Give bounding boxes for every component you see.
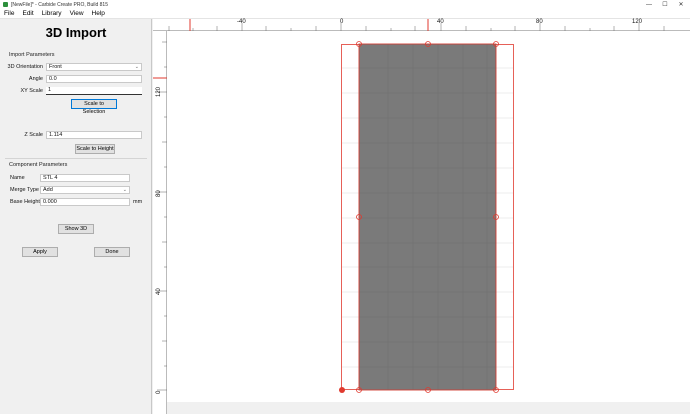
z-scale-input[interactable]: 1.114 [46,131,142,139]
z-scale-label: Z Scale [24,132,43,138]
apply-button[interactable]: Apply [22,247,58,257]
merge-type-label: Merge Type [10,187,39,193]
title-bar: [NewFile]* - Carbide Create PRO, Build 8… [0,0,690,9]
scale-to-height-button[interactable]: Scale to Height [75,144,115,154]
orientation-value: Front [49,64,62,70]
ruler-label-0-vertical: 0 [156,390,162,394]
horizontal-scrollbar[interactable] [167,402,690,414]
ruler-label-0: 0 [340,19,344,25]
done-button[interactable]: Done [94,247,130,257]
canvas-drawing [339,41,514,393]
minimize-button[interactable]: — [643,0,655,9]
window-title: [NewFile]* - Carbide Create PRO, Build 8… [11,1,108,8]
chevron-down-icon: ⌄ [122,187,127,193]
ruler-label-40: 40 [437,19,444,25]
merge-type-value: Add [43,187,53,193]
menu-library[interactable]: Library [38,10,66,17]
base-height-label: Base Height [10,199,40,205]
import-parameters-heading: Import Parameters [9,52,55,58]
panel-title: 3D Import [45,25,107,40]
ruler-label-40-vertical: 40 [156,288,162,295]
menu-view[interactable]: View [66,10,88,17]
merge-type-select[interactable]: Add ⌄ [40,186,130,194]
app-icon [3,2,8,7]
xy-scale-label: XY Scale [20,88,43,94]
ruler-label-120-vertical: 120 [156,86,162,97]
vertical-ruler: 120 80 40 0 [153,31,167,414]
scale-to-selection-button[interactable]: Scale to Selection [71,99,117,115]
orientation-label: 3D Orientation [7,64,43,70]
component-parameters-heading: Component Parameters [9,162,68,168]
chevron-down-icon: ⌄ [134,64,139,70]
close-button[interactable]: ✕ [675,0,687,9]
name-input[interactable]: STL 4 [40,174,130,182]
design-canvas[interactable] [167,31,690,402]
show-3d-button[interactable]: Show 3D [58,224,94,234]
imported-model [358,43,497,391]
origin-marker [339,387,345,393]
menu-edit[interactable]: Edit [18,10,37,17]
angle-input[interactable]: 0.0 [46,75,142,83]
base-height-input[interactable]: 0.000 [40,198,130,206]
maximize-button[interactable]: ☐ [659,0,671,9]
import-panel: 3D Import Import Parameters 3D Orientati… [0,19,152,414]
menu-bar: File Edit Library View Help [0,9,690,19]
orientation-select[interactable]: Front ⌄ [46,63,142,71]
name-label: Name [10,175,25,181]
horizontal-ruler: -40 0 40 80 120 [153,19,690,31]
section-divider [5,158,147,159]
menu-help[interactable]: Help [88,10,109,17]
ruler-label-120: 120 [632,19,643,25]
xy-scale-input[interactable]: 1 [46,87,142,95]
horizontal-ruler-ticks [168,19,665,31]
menu-file[interactable]: File [0,10,18,17]
ruler-label-neg40: -40 [237,19,246,25]
ruler-label-80-vertical: 80 [156,190,162,197]
angle-label: Angle [28,76,43,82]
base-height-unit: mm [133,199,143,205]
ruler-label-80: 80 [536,19,543,25]
